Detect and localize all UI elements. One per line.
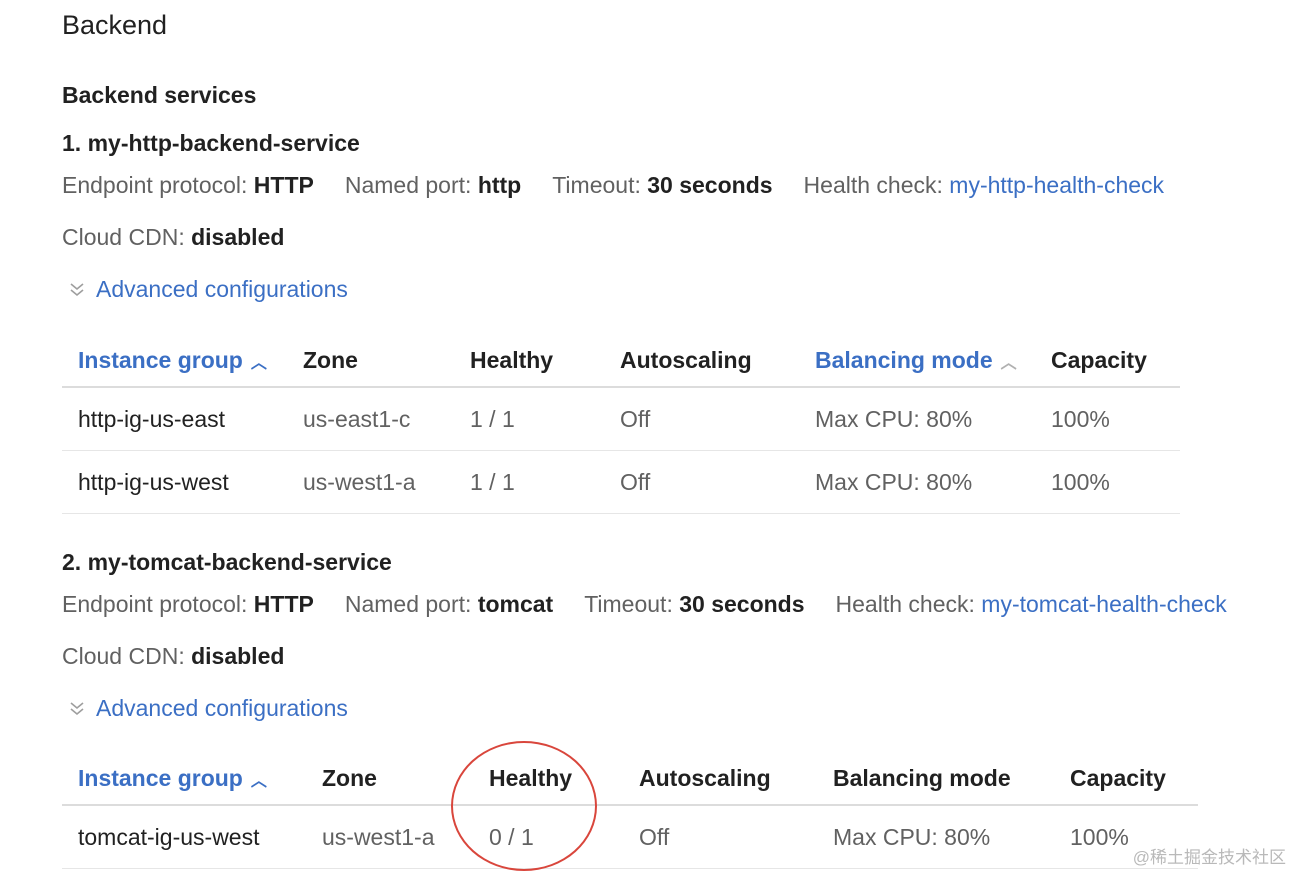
cloud-cdn: Cloud CDN: disabled bbox=[62, 643, 284, 670]
instance-group-table: Instance group ︿ Zone Healthy Autoscaling… bbox=[62, 334, 1180, 514]
endpoint-protocol-label: Endpoint protocol: bbox=[62, 591, 248, 617]
timeout-label: Timeout: bbox=[584, 591, 673, 617]
watermark: @稀土掘金技术社区 bbox=[1132, 848, 1286, 867]
cell-capacity: 100% bbox=[1051, 387, 1180, 451]
cell-instance-group: tomcat-ig-us-west bbox=[62, 805, 322, 869]
service-name: 1. my-http-backend-service bbox=[62, 130, 360, 156]
service-properties: Endpoint protocol: HTTP Named port: tomc… bbox=[62, 591, 1258, 618]
timeout: Timeout: 30 seconds bbox=[584, 591, 804, 618]
endpoint-protocol-value: HTTP bbox=[253, 591, 314, 617]
cloud-cdn-label: Cloud CDN: bbox=[62, 643, 185, 669]
chevron-up-icon: ︿ bbox=[250, 354, 267, 372]
named-port-value: http bbox=[477, 172, 522, 198]
timeout: Timeout: 30 seconds bbox=[552, 172, 772, 199]
advanced-configurations-label: Advanced configurations bbox=[96, 276, 348, 302]
timeout-value: 30 seconds bbox=[647, 172, 773, 198]
table-header-row: Instance group ︿ Zone Healthy Autoscaling… bbox=[62, 334, 1180, 388]
column-header-zone: Zone bbox=[303, 334, 470, 388]
cell-autoscaling: Off bbox=[639, 805, 833, 869]
endpoint-protocol: Endpoint protocol: HTTP bbox=[62, 172, 314, 199]
cell-capacity: 100% bbox=[1051, 450, 1180, 514]
column-header-balancing-mode: Balancing mode bbox=[833, 752, 1070, 806]
page-title: Backend bbox=[62, 10, 168, 40]
cloud-cdn: Cloud CDN: disabled bbox=[62, 224, 284, 251]
health-check-label: Health check: bbox=[835, 591, 975, 617]
cell-healthy: 1 / 1 bbox=[470, 450, 620, 514]
cell-autoscaling: Off bbox=[620, 387, 815, 451]
cell-balancing-mode: Max CPU: 80% bbox=[833, 805, 1070, 869]
column-header-label: Instance group bbox=[78, 346, 243, 373]
cloud-cdn-value: disabled bbox=[191, 643, 285, 669]
named-port: Named port: http bbox=[345, 172, 521, 199]
column-header-healthy: Healthy bbox=[470, 334, 620, 388]
advanced-configurations-toggle[interactable]: Advanced configurations bbox=[66, 695, 348, 722]
column-header-label: Instance group bbox=[78, 764, 243, 791]
cell-healthy: 0 / 1 bbox=[489, 805, 639, 869]
cell-zone: us-east1-c bbox=[303, 387, 470, 451]
advanced-configurations-toggle[interactable]: Advanced configurations bbox=[66, 276, 348, 303]
cloud-cdn-value: disabled bbox=[191, 224, 285, 250]
column-header-instance-group[interactable]: Instance group ︿ bbox=[62, 334, 303, 388]
column-header-instance-group[interactable]: Instance group ︿ bbox=[62, 752, 322, 806]
named-port-label: Named port: bbox=[344, 591, 472, 617]
health-check: Health check: my-tomcat-health-check bbox=[836, 591, 1227, 618]
column-header-balancing-mode[interactable]: Balancing mode ︿ bbox=[815, 334, 1051, 388]
named-port: Named port: tomcat bbox=[345, 591, 553, 618]
section-title: Backend services bbox=[62, 82, 257, 108]
chevron-up-icon: ︿ bbox=[250, 772, 267, 790]
column-header-healthy: Healthy bbox=[489, 752, 639, 806]
double-chevron-down-icon bbox=[70, 282, 84, 296]
service-properties: Endpoint protocol: HTTP Named port: http… bbox=[62, 172, 1195, 199]
column-header-capacity: Capacity bbox=[1070, 752, 1198, 806]
timeout-label: Timeout: bbox=[552, 172, 641, 198]
health-check-link[interactable]: my-tomcat-health-check bbox=[981, 591, 1226, 617]
health-check: Health check: my-http-health-check bbox=[804, 172, 1165, 199]
service-name: 2. my-tomcat-backend-service bbox=[62, 549, 392, 575]
instance-group-table: Instance group ︿ Zone Healthy Autoscaling… bbox=[62, 752, 1198, 869]
endpoint-protocol-value: HTTP bbox=[253, 172, 314, 198]
column-header-zone: Zone bbox=[322, 752, 489, 806]
column-header-autoscaling: Autoscaling bbox=[620, 334, 815, 388]
cell-healthy: 1 / 1 bbox=[470, 387, 620, 451]
cell-zone: us-west1-a bbox=[303, 450, 470, 514]
column-header-capacity: Capacity bbox=[1051, 334, 1180, 388]
column-header-autoscaling: Autoscaling bbox=[639, 752, 833, 806]
double-chevron-down-icon bbox=[70, 701, 84, 715]
endpoint-protocol: Endpoint protocol: HTTP bbox=[62, 591, 314, 618]
cell-instance-group: http-ig-us-east bbox=[62, 387, 303, 451]
endpoint-protocol-label: Endpoint protocol: bbox=[62, 172, 248, 198]
table-row: http-ig-us-east us-east1-c 1 / 1 Off Max… bbox=[62, 387, 1180, 451]
cell-balancing-mode: Max CPU: 80% bbox=[815, 450, 1051, 514]
advanced-configurations-label: Advanced configurations bbox=[96, 695, 348, 721]
column-header-label: Balancing mode bbox=[815, 346, 993, 373]
chevron-up-icon: ︿ bbox=[1000, 354, 1017, 372]
cell-zone: us-west1-a bbox=[322, 805, 489, 869]
health-check-label: Health check: bbox=[803, 172, 943, 198]
table-row: tomcat-ig-us-west us-west1-a 0 / 1 Off M… bbox=[62, 805, 1198, 869]
cell-balancing-mode: Max CPU: 80% bbox=[815, 387, 1051, 451]
cell-instance-group: http-ig-us-west bbox=[62, 450, 303, 514]
table-header-row: Instance group ︿ Zone Healthy Autoscaling… bbox=[62, 752, 1198, 806]
named-port-value: tomcat bbox=[477, 591, 554, 617]
cell-autoscaling: Off bbox=[620, 450, 815, 514]
timeout-value: 30 seconds bbox=[679, 591, 805, 617]
cloud-cdn-label: Cloud CDN: bbox=[62, 224, 185, 250]
named-port-label: Named port: bbox=[344, 172, 472, 198]
health-check-link[interactable]: my-http-health-check bbox=[949, 172, 1164, 198]
table-row: http-ig-us-west us-west1-a 1 / 1 Off Max… bbox=[62, 450, 1180, 514]
